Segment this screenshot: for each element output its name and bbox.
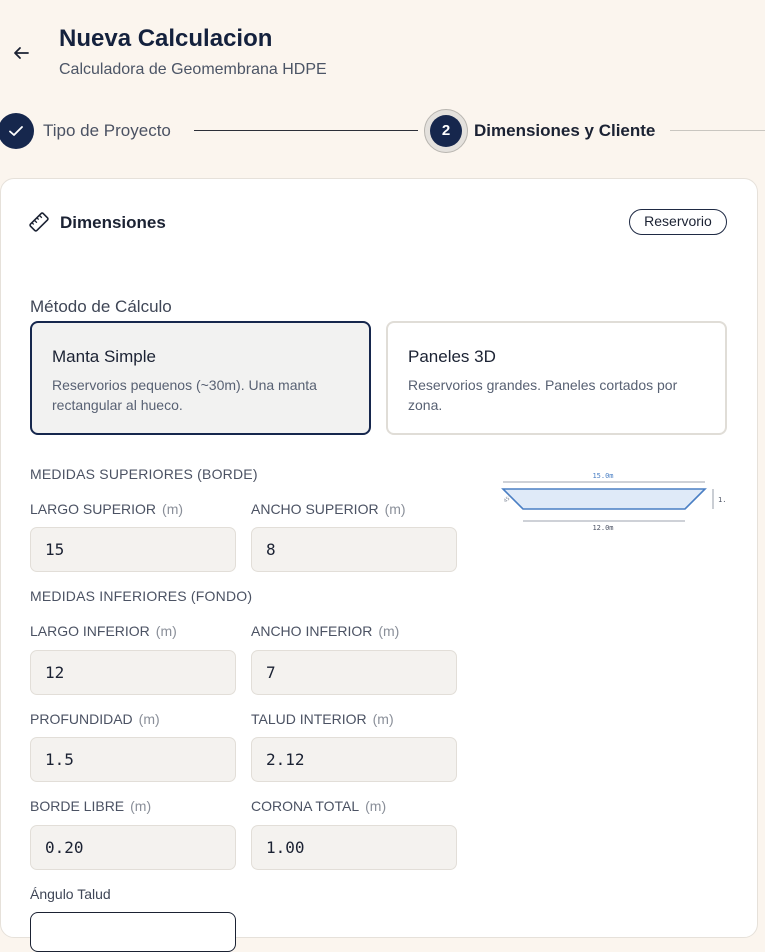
- largo-superior-input[interactable]: 15: [30, 527, 236, 572]
- largo-inferior-input[interactable]: 12: [30, 650, 236, 695]
- angulo-talud-label: Ángulo Talud: [30, 886, 111, 902]
- method-label: Método de Cálculo: [30, 297, 172, 316]
- depth-dimension-label: 1.: [718, 496, 726, 504]
- card-title: Dimensiones: [60, 213, 166, 232]
- corona-total-label: CORONA TOTAL (m): [251, 798, 387, 814]
- option-description: Reservorios grandes. Paneles cortados po…: [408, 377, 678, 413]
- borde-libre-input[interactable]: 0.20: [30, 825, 236, 870]
- profundidad-label: PROFUNDIDAD (m): [30, 711, 160, 727]
- top-dimension-label: 15.0m: [592, 472, 613, 480]
- largo-superior-label: LARGO SUPERIOR (m): [30, 501, 184, 517]
- profundidad-input[interactable]: 1.5: [30, 737, 236, 782]
- option-description: Reservorios pequenos (~30m). Una manta r…: [52, 377, 317, 413]
- reservoir-shape: [501, 488, 707, 510]
- ancho-inferior-label: ANCHO INFERIOR (m): [251, 623, 400, 639]
- ancho-superior-label: ANCHO SUPERIOR (m): [251, 501, 406, 517]
- check-icon: [9, 126, 23, 136]
- page-title: Nueva Calculacion: [59, 25, 273, 52]
- step-2-label: Dimensiones y Cliente: [474, 121, 656, 140]
- step-1-complete-indicator[interactable]: [0, 113, 34, 149]
- largo-inferior-label: LARGO INFERIOR (m): [30, 623, 177, 639]
- stepper-connector: [194, 130, 418, 131]
- stepper-connector: [670, 130, 765, 131]
- ruler-icon: [29, 212, 49, 232]
- method-option-paneles-3d[interactable]: Paneles 3D Reservorios grandes. Paneles …: [386, 321, 727, 435]
- corona-total-input[interactable]: 1.00: [251, 825, 457, 870]
- step-2-indicator: 2: [424, 109, 468, 153]
- back-arrow-icon[interactable]: [10, 42, 32, 64]
- talud-interior-input[interactable]: 2.12: [251, 737, 457, 782]
- ancho-inferior-input[interactable]: 7: [251, 650, 457, 695]
- bottom-dimension-label: 12.0m: [592, 524, 613, 532]
- option-title: Manta Simple: [52, 347, 156, 366]
- method-option-manta-simple[interactable]: Manta Simple Reservorios pequenos (~30m)…: [30, 321, 371, 435]
- step-2-number: 2: [430, 115, 462, 147]
- section-top-label: MEDIDAS SUPERIORES (BORDE): [30, 466, 258, 482]
- option-title: Paneles 3D: [408, 347, 496, 366]
- step-1-label[interactable]: Tipo de Proyecto: [43, 121, 171, 141]
- ancho-superior-input[interactable]: 8: [251, 527, 457, 572]
- borde-libre-label: BORDE LIBRE (m): [30, 798, 152, 814]
- section-bottom-label: MEDIDAS INFERIORES (FONDO): [30, 588, 253, 604]
- page-subtitle: Calculadora de Geomembrana HDPE: [59, 61, 327, 78]
- project-type-badge: Reservorio: [629, 209, 727, 235]
- angulo-talud-select[interactable]: [30, 912, 236, 952]
- talud-interior-label: TALUD INTERIOR (m): [251, 711, 394, 727]
- reservoir-cross-section-diagram: 15.0m 45° 1. 12.0m: [501, 472, 726, 532]
